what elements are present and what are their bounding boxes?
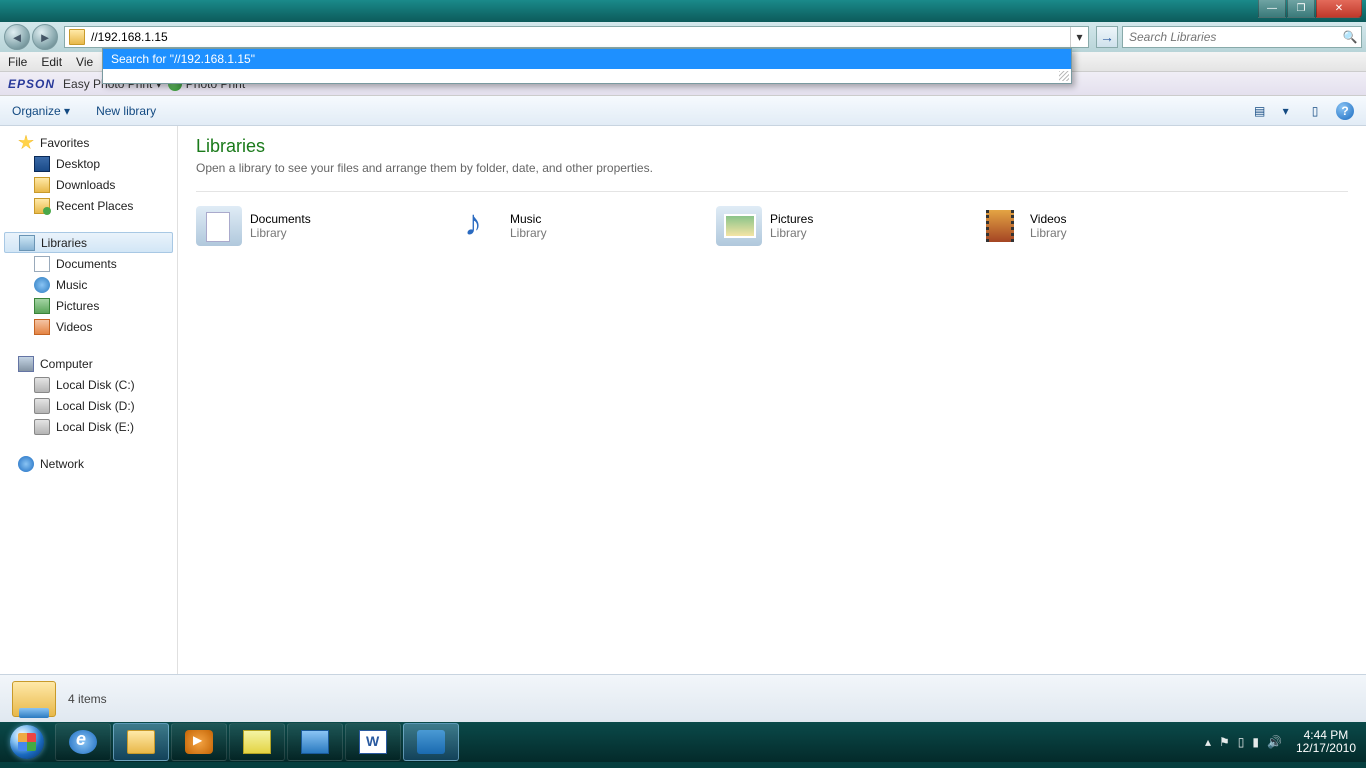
view-controls: ▤ ▾ ▯ — [1243, 102, 1324, 120]
word-icon — [359, 730, 387, 754]
new-library-button[interactable]: New library — [96, 104, 156, 118]
music-icon — [34, 277, 50, 293]
start-button[interactable] — [0, 722, 54, 762]
nav-documents[interactable]: Documents — [0, 253, 177, 274]
page-subtitle: Open a library to see your files and arr… — [196, 161, 1348, 175]
menu-edit[interactable]: Edit — [41, 55, 62, 69]
view-mode-button[interactable]: ▤ — [1251, 102, 1269, 120]
address-suggestions: Search for "//192.168.1.15" — [102, 48, 1072, 84]
address-bar[interactable]: ▾ — [64, 26, 1089, 48]
videos-library-icon — [976, 206, 1022, 246]
address-input[interactable] — [89, 27, 1070, 47]
taskbar-word[interactable] — [345, 723, 401, 761]
document-icon — [34, 256, 50, 272]
recent-icon — [34, 198, 50, 214]
libraries-header[interactable]: Libraries — [4, 232, 173, 253]
taskbar-ie[interactable] — [55, 723, 111, 761]
documents-library-icon — [196, 206, 242, 246]
computer-icon — [18, 356, 34, 372]
menu-view[interactable]: Vie — [76, 55, 93, 69]
ie-icon — [69, 730, 97, 754]
taskbar-explorer[interactable] — [113, 723, 169, 761]
tray-show-hidden-icon[interactable]: ▴ — [1205, 735, 1211, 749]
pictures-icon — [34, 298, 50, 314]
tray-date: 12/17/2010 — [1296, 742, 1356, 755]
nav-disk-e[interactable]: Local Disk (E:) — [0, 416, 177, 437]
disk-icon — [34, 377, 50, 393]
menu-file[interactable]: File — [8, 55, 27, 69]
desktop-icon — [34, 156, 50, 172]
explorer-icon — [127, 730, 155, 754]
epson-logo: EPSON — [8, 77, 55, 91]
folder-icon — [69, 29, 85, 45]
divider — [196, 191, 1348, 192]
minimize-button[interactable]: — — [1258, 0, 1286, 18]
details-pane: 4 items — [0, 674, 1366, 722]
forward-button[interactable]: ► — [32, 24, 58, 50]
nav-recent-places[interactable]: Recent Places — [0, 195, 177, 216]
control-panel-icon — [417, 730, 445, 754]
nav-pictures[interactable]: Pictures — [0, 295, 177, 316]
windows-orb-icon — [10, 725, 44, 759]
downloads-icon — [34, 177, 50, 193]
address-dropdown-button[interactable]: ▾ — [1070, 27, 1088, 47]
preview-pane-button[interactable]: ▯ — [1306, 102, 1324, 120]
maximize-button[interactable]: ❐ — [1287, 0, 1315, 18]
library-music[interactable]: MusicLibrary — [456, 206, 656, 246]
nav-disk-d[interactable]: Local Disk (D:) — [0, 395, 177, 416]
explorer-toolbar: Organize ▾ New library ▤ ▾ ▯ ? — [0, 96, 1366, 126]
item-count: 4 items — [68, 692, 107, 706]
star-icon — [18, 135, 34, 151]
network-header[interactable]: Network — [0, 453, 177, 474]
back-button[interactable]: ◄ — [4, 24, 30, 50]
suggestion-item[interactable]: Search for "//192.168.1.15" — [103, 49, 1071, 69]
taskbar-control-panel[interactable] — [403, 723, 459, 761]
sticky-note-icon — [243, 730, 271, 754]
view-mode-dropdown[interactable]: ▾ — [1277, 102, 1295, 120]
library-documents[interactable]: DocumentsLibrary — [196, 206, 396, 246]
organize-button[interactable]: Organize ▾ — [12, 104, 70, 118]
taskbar-sticky-notes[interactable] — [229, 723, 285, 761]
pictures-library-icon — [716, 206, 762, 246]
navigation-pane: Favorites Desktop Downloads Recent Place… — [0, 126, 178, 674]
taskbar-photo-viewer[interactable] — [287, 723, 343, 761]
network-icon — [18, 456, 34, 472]
tray-battery-icon[interactable]: ▯ — [1238, 735, 1245, 749]
libraries-large-icon — [12, 681, 56, 717]
nav-disk-c[interactable]: Local Disk (C:) — [0, 374, 177, 395]
explorer-body: Favorites Desktop Downloads Recent Place… — [0, 126, 1366, 674]
help-button[interactable]: ? — [1336, 102, 1354, 120]
nav-downloads[interactable]: Downloads — [0, 174, 177, 195]
computer-header[interactable]: Computer — [0, 353, 177, 374]
library-pictures[interactable]: PicturesLibrary — [716, 206, 916, 246]
content-pane: Libraries Open a library to see your fil… — [178, 126, 1366, 674]
taskbar-media-player[interactable] — [171, 723, 227, 761]
library-videos[interactable]: VideosLibrary — [976, 206, 1176, 246]
suggestion-resize-grip[interactable] — [103, 69, 1071, 83]
tray-volume-icon[interactable]: 🔊 — [1267, 735, 1282, 749]
search-input[interactable] — [1123, 30, 1339, 44]
system-tray: ▴ ⚑ ▯ ▮ 🔊 4:44 PM 12/17/2010 — [1201, 722, 1366, 762]
disk-icon — [34, 398, 50, 414]
photo-icon — [301, 730, 329, 754]
go-button[interactable]: → — [1096, 26, 1118, 48]
window-titlebar: — ❐ ✕ — [0, 0, 1366, 22]
search-box[interactable]: 🔍 — [1122, 26, 1362, 48]
wmp-icon — [185, 730, 213, 754]
tray-action-center-icon[interactable]: ⚑ — [1219, 735, 1230, 749]
close-button[interactable]: ✕ — [1316, 0, 1362, 18]
nav-desktop[interactable]: Desktop — [0, 153, 177, 174]
taskbar: ▴ ⚑ ▯ ▮ 🔊 4:44 PM 12/17/2010 — [0, 722, 1366, 762]
search-icon[interactable]: 🔍 — [1339, 30, 1361, 44]
videos-icon — [34, 319, 50, 335]
disk-icon — [34, 419, 50, 435]
page-title: Libraries — [196, 136, 1348, 157]
nav-music[interactable]: Music — [0, 274, 177, 295]
music-library-icon — [456, 206, 502, 246]
nav-videos[interactable]: Videos — [0, 316, 177, 337]
tray-clock[interactable]: 4:44 PM 12/17/2010 — [1296, 729, 1356, 755]
favorites-header[interactable]: Favorites — [0, 132, 177, 153]
libraries-icon — [19, 235, 35, 251]
tray-network-icon[interactable]: ▮ — [1252, 735, 1259, 749]
